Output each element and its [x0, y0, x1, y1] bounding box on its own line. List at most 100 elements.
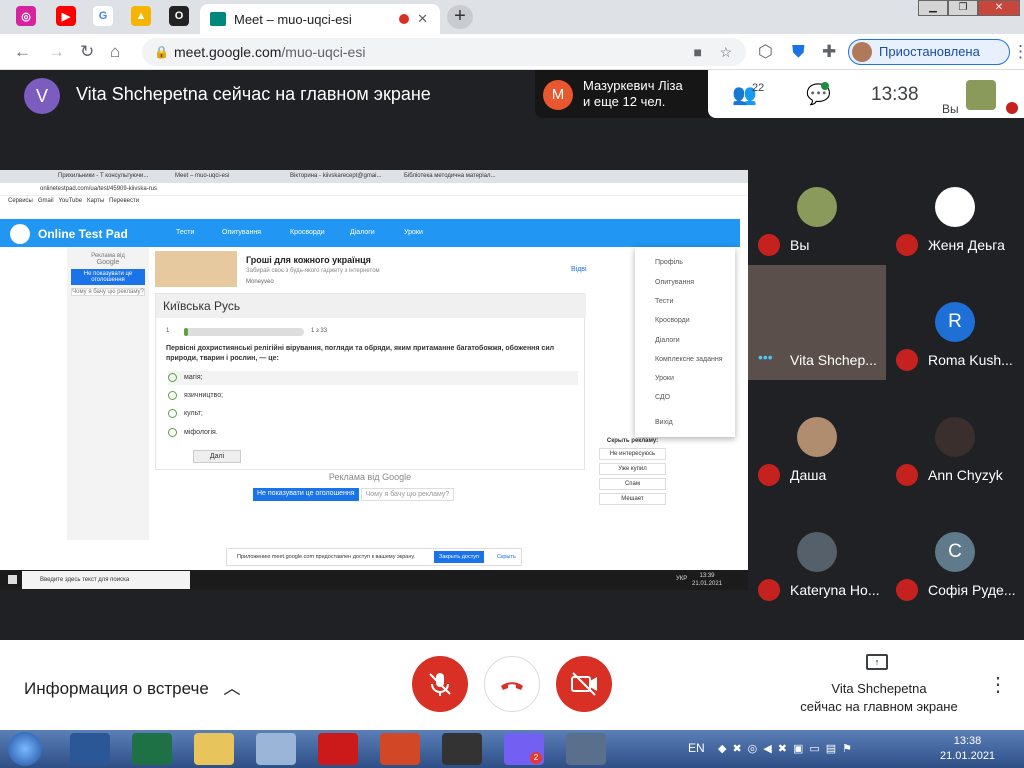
viber-icon[interactable]: 2: [504, 733, 544, 765]
active-tab[interactable]: Meet – muo-uqci-esi ✕: [200, 4, 440, 34]
powerpoint-icon[interactable]: [380, 733, 420, 765]
bottom-ad-brand: Google: [382, 472, 412, 482]
option-4-label: міфологія.: [184, 429, 218, 436]
hide-ad-option-4: Мешает: [599, 493, 666, 505]
present-icon[interactable]: ↑: [866, 654, 888, 670]
word-icon[interactable]: [70, 733, 110, 765]
leave-call-button[interactable]: [484, 656, 540, 712]
question-number: 1: [166, 328, 170, 334]
language-indicator[interactable]: EN: [688, 741, 705, 755]
explorer-icon[interactable]: [194, 733, 234, 765]
chevron-up-icon: ︿: [223, 679, 241, 698]
otp-header: Online Test Pad Тести Опитування Кросвор…: [0, 219, 740, 247]
more-options-icon[interactable]: ⋮: [988, 672, 1008, 697]
participant-tile[interactable]: Вы: [748, 150, 886, 265]
close-tab-icon[interactable]: ✕: [417, 11, 428, 27]
meet-controls: 👥 22 💬 13:38 Вы: [708, 70, 1024, 118]
otp-nav-lessons: Уроки: [404, 229, 423, 236]
bottom-ad-why: Чому я бачу цю рекламу?: [360, 488, 455, 501]
google-tab-icon[interactable]: G: [93, 6, 113, 26]
url-field[interactable]: 🔒 meet.google.com/muo-uqci-esi ■ ☆: [142, 38, 746, 66]
mic-off-icon: •••: [758, 349, 773, 365]
home-icon[interactable]: ⌂: [110, 42, 120, 62]
windows-taskbar: 2 EN ◆✖◎◀✖▣▭▤⚑ 13:38 21.01.2021: [0, 730, 1024, 768]
bookmark-star-icon[interactable]: ☆: [719, 38, 732, 66]
bookmark-gmail: Gmail: [37, 198, 54, 204]
raised-hand-notice[interactable]: M Мазуркевич Ліза и еще 12 чел.: [535, 70, 710, 118]
participant-avatar: [797, 417, 837, 457]
profile-button[interactable]: Приостановлена: [848, 39, 1010, 65]
maximize-button[interactable]: ❐: [948, 0, 978, 16]
otp-nav-crosswords: Кросворди: [290, 229, 325, 236]
shared-tray-clock: 13:39 21.01.2021: [692, 572, 722, 588]
calculator-icon[interactable]: [566, 733, 606, 765]
browser-tab-strip: ◎ ▶ G ▲ O Meet – muo-uqci-esi ✕ + ▁ ❐ ✕: [0, 0, 1024, 34]
left-ad-panel: Реклама від Google Не показувати це огол…: [67, 247, 149, 540]
opera-icon[interactable]: [318, 733, 358, 765]
option-1: магія;: [168, 371, 578, 385]
progress-label: 1 з 33: [311, 328, 328, 334]
dd-dialogs: Діалоги: [655, 337, 680, 344]
extensions-puzzle-icon[interactable]: ✚: [822, 42, 836, 62]
participant-tile[interactable]: Kateryna Ho...: [748, 495, 886, 610]
self-thumb[interactable]: [966, 80, 996, 110]
drive-tab-icon[interactable]: ▲: [131, 6, 151, 26]
meeting-info-button[interactable]: Информация о встрече ︿: [24, 674, 241, 699]
camera-toggle-button[interactable]: [556, 656, 612, 712]
dd-tests: Тести: [655, 298, 674, 305]
participant-tile[interactable]: ••• Vita Shchep...: [748, 265, 886, 380]
url-domain: meet.google.com: [174, 44, 282, 60]
participant-tile[interactable]: Ann Chyzyk: [886, 380, 1024, 495]
shared-tab-3: Вікторина - kiivskarecept@gmai...: [290, 173, 382, 179]
extension-icon[interactable]: ⬡: [758, 42, 773, 62]
browser-menu-icon[interactable]: ⋮: [1012, 42, 1024, 62]
hide-ad-option-2: Уже купил: [599, 463, 666, 475]
instagram-tab-icon[interactable]: ◎: [16, 6, 36, 26]
participant-avatar: [797, 532, 837, 572]
participant-name: Roma Kush...: [928, 352, 1013, 368]
participant-name: Даша: [790, 467, 827, 483]
shared-tab-1: Прихильники - Т консультуючи...: [58, 173, 149, 179]
camera-icon[interactable]: ■: [694, 38, 702, 66]
windows-start-icon[interactable]: [8, 732, 42, 766]
mic-toggle-button[interactable]: [412, 656, 468, 712]
meet-bottom-bar: Информация о встрече ︿ ↑ Vita Shchepetna…: [0, 640, 1024, 730]
lock-icon: 🔒: [154, 45, 169, 59]
forward-icon[interactable]: →: [48, 42, 65, 62]
reload-icon[interactable]: ↻: [80, 42, 94, 62]
participant-tile[interactable]: Женя Деьга: [886, 150, 1024, 265]
tray-icons[interactable]: ◆✖◎◀✖▣▭▤⚑: [718, 742, 858, 755]
quiz-title: Київська Русь: [156, 294, 586, 318]
participant-name: Женя Деьга: [928, 237, 1005, 253]
opera-tab-icon[interactable]: O: [169, 6, 189, 26]
vpn-icon[interactable]: ⛊: [792, 42, 805, 62]
excel-icon[interactable]: [132, 733, 172, 765]
raised-text: Мазуркевич Ліза и еще 12 чел.: [583, 78, 683, 110]
bookmark-services: Сервисы: [8, 198, 33, 204]
share-notice-text: Приложению meet.google.com предоставлен …: [237, 554, 416, 560]
back-icon[interactable]: ←: [14, 42, 31, 62]
close-window-button[interactable]: ✕: [978, 0, 1020, 16]
shared-tab-strip: Прихильники - Т консультуючи... Meet – m…: [0, 170, 748, 183]
participant-tile[interactable]: Даша: [748, 380, 886, 495]
mic-off-icon: [758, 234, 780, 256]
new-tab-button[interactable]: +: [447, 5, 473, 29]
minimize-button[interactable]: ▁: [918, 0, 948, 16]
tray-clock[interactable]: 13:38 21.01.2021: [940, 734, 995, 764]
participant-tile[interactable]: C Софія Руде...: [886, 495, 1024, 610]
mic-off-icon: [758, 464, 780, 486]
participant-tile[interactable]: R Roma Kush...: [886, 265, 1024, 380]
radio-2: [168, 391, 177, 400]
progress-bar: [184, 328, 304, 336]
option-4: міфологія.: [168, 426, 218, 440]
chrome-icon[interactable]: [256, 733, 296, 765]
mic-off-icon: [429, 673, 451, 696]
app-icon[interactable]: [442, 733, 482, 765]
option-2: язичництво;: [168, 389, 223, 403]
youtube-tab-icon[interactable]: ▶: [56, 6, 76, 26]
option-2-label: язичництво;: [184, 392, 224, 399]
presenter-avatar: V: [24, 78, 60, 114]
active-tab-title: Meet – muo-uqci-esi: [234, 11, 352, 27]
ad-image: [155, 251, 237, 287]
chat-dot: [821, 82, 829, 90]
